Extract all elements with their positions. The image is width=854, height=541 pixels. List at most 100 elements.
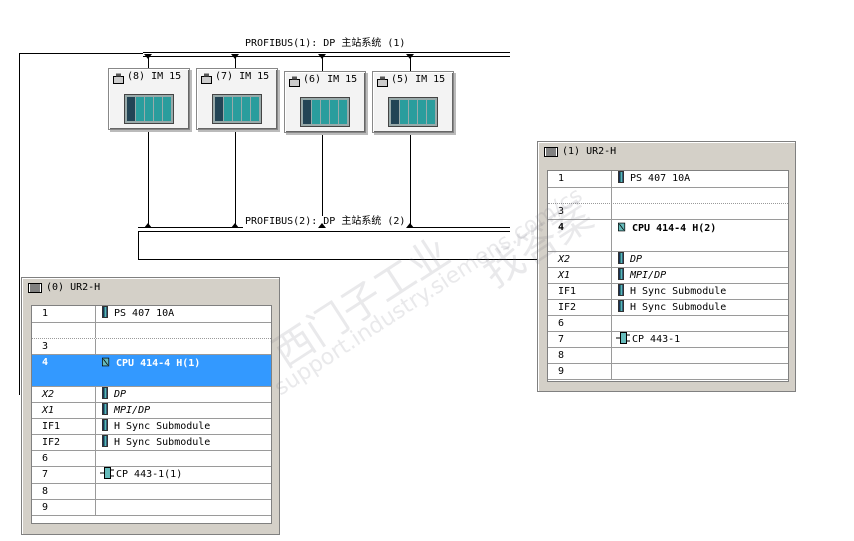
- module-name: MPI/DP: [114, 405, 151, 416]
- module-icon: [618, 284, 624, 296]
- slot-cell: X1: [548, 268, 612, 283]
- module-cell: [98, 339, 271, 354]
- rack-1-titlebar[interactable]: (1) UR2-H: [538, 142, 795, 162]
- slave-station-8[interactable]: (8) IM 15: [108, 68, 190, 130]
- table-row[interactable]: X2 DP: [548, 252, 788, 268]
- rack-0-config-table: 1 PS 407 10A 3 4 CPU 414-4 H(1) X2 DP X1…: [31, 305, 272, 524]
- bus1-connector-icon: [231, 54, 239, 59]
- table-row[interactable]: 6: [548, 316, 788, 332]
- table-row[interactable]: 6: [32, 451, 271, 467]
- slot-cell: 9: [32, 500, 96, 515]
- module-name: H Sync Submodule: [114, 437, 211, 448]
- module-name: CPU 414-4 H(1): [116, 358, 201, 369]
- module-name: CP 443-1(1): [116, 469, 183, 480]
- module-name: CPU 414-4 H(2): [632, 223, 717, 234]
- module-icon: [102, 419, 108, 431]
- station-icon: [201, 73, 212, 84]
- module-cell: [98, 500, 271, 515]
- module-icon: [102, 435, 108, 447]
- slot-cell: 8: [32, 484, 96, 499]
- slot-cell: 6: [32, 451, 96, 466]
- rack-icon: [28, 283, 42, 293]
- rack-module-icon: [124, 94, 174, 124]
- bus1-connector-icon: [144, 54, 152, 59]
- table-row[interactable]: [32, 323, 271, 339]
- table-row[interactable]: IF1 H Sync Submodule: [548, 284, 788, 300]
- station-icon: [289, 76, 300, 87]
- slot-cell: 3: [32, 339, 96, 354]
- module-cell: [614, 364, 788, 379]
- table-row[interactable]: X1 MPI/DP: [32, 403, 271, 419]
- cpu-icon: [102, 357, 110, 367]
- station-icon: [377, 76, 388, 87]
- module-name: CP 443-1: [632, 334, 681, 345]
- module-cell: PS 407 10A: [98, 306, 271, 322]
- module-cell: [614, 348, 788, 363]
- module-cell: CPU 414-4 H(1): [98, 355, 271, 386]
- slot-cell: 6: [548, 316, 612, 331]
- module-icon: [102, 306, 108, 318]
- module-cell: [98, 323, 271, 338]
- station-icon: [113, 73, 124, 84]
- slot-cell: 1: [548, 171, 612, 187]
- module-name: PS 407 10A: [114, 308, 175, 319]
- rack-1-title: (1) UR2-H: [562, 146, 617, 157]
- module-cell: MPI/DP: [614, 268, 788, 283]
- network-module-icon: [100, 467, 114, 479]
- table-row[interactable]: 9: [548, 364, 788, 380]
- table-row[interactable]: 7 CP 443-1: [548, 332, 788, 348]
- table-row[interactable]: X2 DP: [32, 387, 271, 403]
- rack-1-window[interactable]: (1) UR2-H 1 PS 407 10A 3 4 CPU 414-4 H(2…: [537, 141, 796, 392]
- module-cell: H Sync Submodule: [614, 300, 788, 315]
- table-row[interactable]: IF2 H Sync Submodule: [32, 435, 271, 451]
- slave-station-7[interactable]: (7) IM 15: [196, 68, 278, 130]
- table-row[interactable]: X1 MPI/DP: [548, 268, 788, 284]
- slave-station-5[interactable]: (5) IM 15: [372, 71, 454, 133]
- module-cell: [614, 204, 788, 219]
- table-row[interactable]: 1 PS 407 10A: [32, 306, 271, 323]
- table-row[interactable]: 1 PS 407 10A: [548, 171, 788, 188]
- slot-cell: 7: [32, 467, 96, 483]
- module-icon: [618, 300, 624, 312]
- module-name: H Sync Submodule: [630, 286, 727, 297]
- module-name: MPI/DP: [630, 270, 667, 281]
- module-cell: [98, 451, 271, 466]
- slot-cell: [32, 323, 96, 338]
- table-row[interactable]: 7 CP 443-1(1): [32, 467, 271, 484]
- rack-icon: [544, 147, 558, 157]
- slot-cell: 7: [548, 332, 612, 347]
- rack-0-titlebar[interactable]: (0) UR2-H: [22, 278, 279, 298]
- module-cell: DP: [614, 252, 788, 267]
- module-cell: MPI/DP: [98, 403, 271, 418]
- module-cell: CP 443-1: [614, 332, 788, 347]
- module-icon: [102, 403, 108, 415]
- slave-station-6[interactable]: (6) IM 15: [284, 71, 366, 133]
- table-row[interactable]: 9: [32, 500, 271, 516]
- station-label: (8) IM 15: [127, 71, 182, 82]
- station-label: (7) IM 15: [215, 71, 270, 82]
- rack-0-window[interactable]: (0) UR2-H 1 PS 407 10A 3 4 CPU 414-4 H(1…: [21, 277, 280, 535]
- slot-cell: X1: [32, 403, 96, 418]
- table-row-selected[interactable]: 4 CPU 414-4 H(1): [32, 355, 271, 387]
- module-name: DP: [630, 254, 643, 265]
- rack-module-icon: [212, 94, 262, 124]
- slot-cell: IF1: [32, 419, 96, 434]
- rack-0-title: (0) UR2-H: [46, 282, 101, 293]
- module-cell: H Sync Submodule: [98, 435, 271, 450]
- profibus-1-line[interactable]: [143, 52, 510, 57]
- slot-cell: 1: [32, 306, 96, 322]
- slot-cell: 8: [548, 348, 612, 363]
- table-row[interactable]: 8: [548, 348, 788, 364]
- slot-cell: X2: [32, 387, 96, 402]
- station-label: (6) IM 15: [303, 74, 358, 85]
- table-row[interactable]: 3: [32, 339, 271, 355]
- table-row[interactable]: IF1 H Sync Submodule: [32, 419, 271, 435]
- rack-module-icon: [300, 97, 350, 127]
- module-cell: H Sync Submodule: [614, 284, 788, 299]
- table-row[interactable]: 8: [32, 484, 271, 500]
- bus2-connector-icon: [318, 223, 326, 228]
- table-row[interactable]: IF2 H Sync Submodule: [548, 300, 788, 316]
- module-cell: CPU 414-4 H(2): [614, 220, 788, 251]
- bus1-connector-icon: [406, 54, 414, 59]
- network-module-icon: [616, 332, 630, 344]
